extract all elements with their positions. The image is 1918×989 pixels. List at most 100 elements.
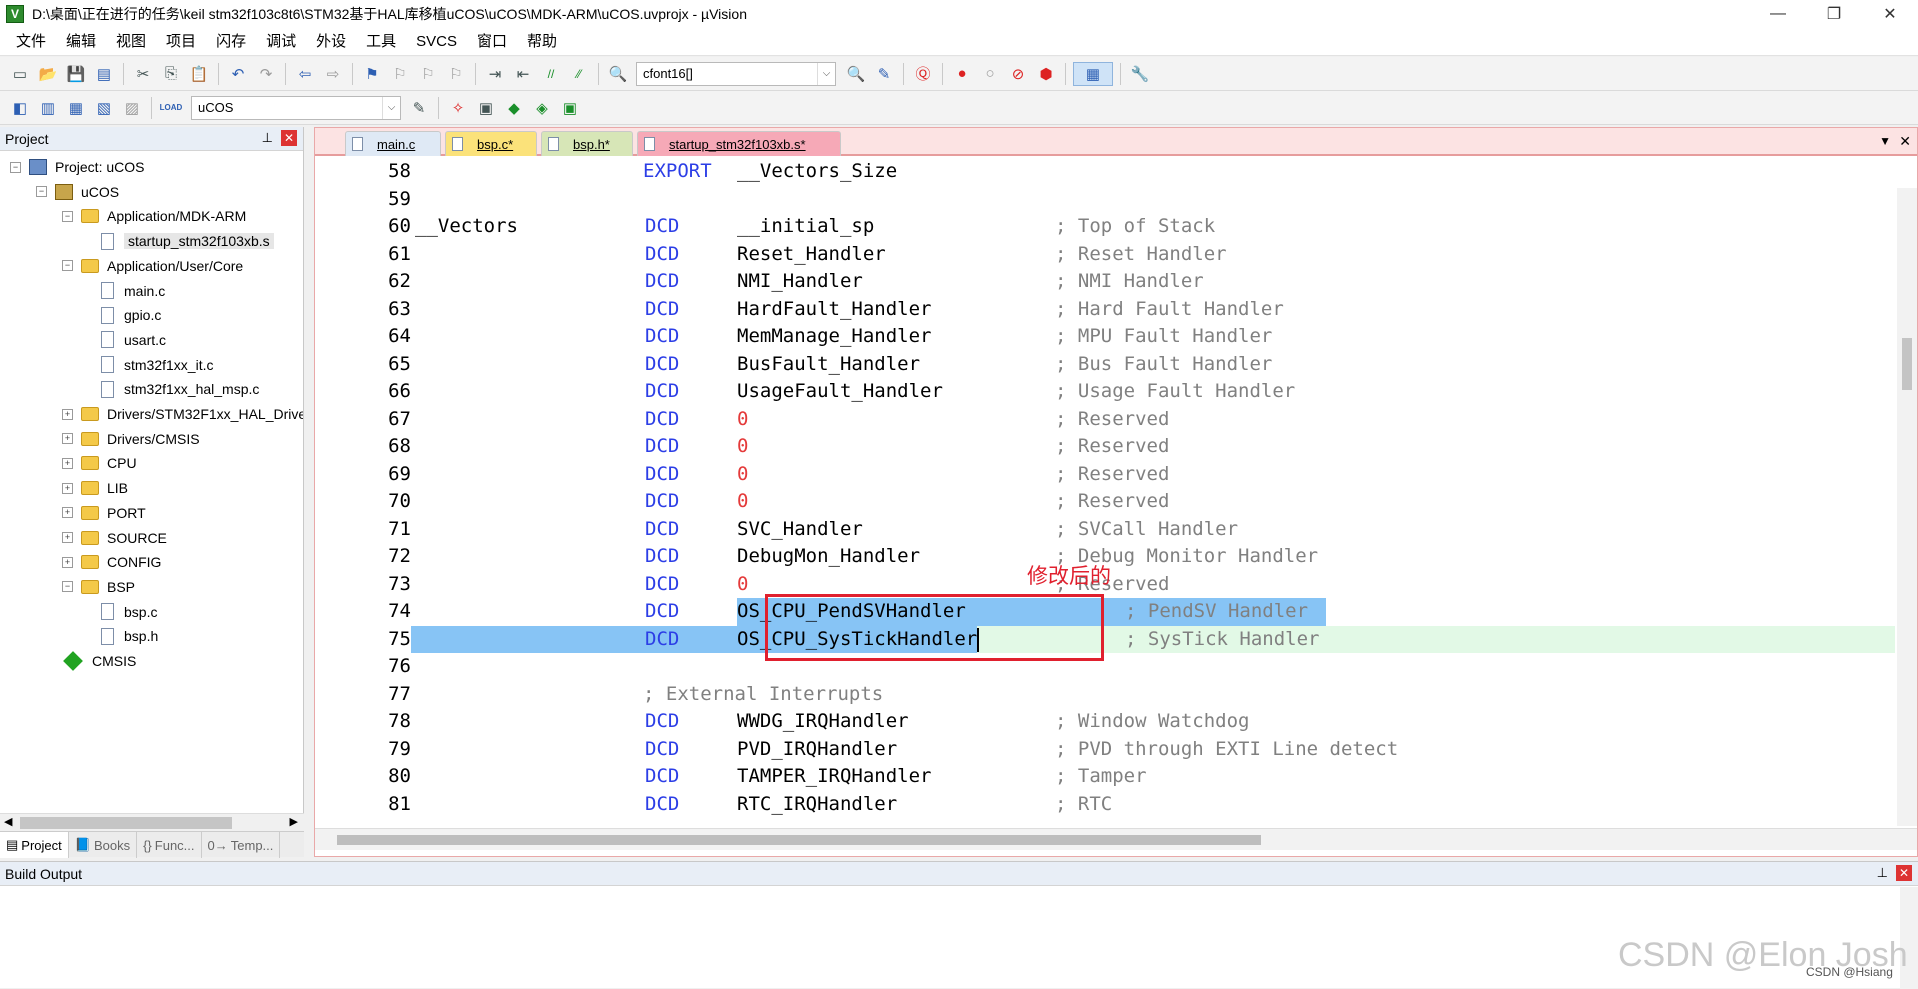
copy-icon[interactable]: ⎘ — [159, 62, 183, 86]
incremental-find-icon[interactable]: ✎ — [872, 62, 896, 86]
collapse-icon[interactable]: − — [62, 260, 73, 272]
cut-icon[interactable]: ✂ — [131, 62, 155, 86]
code-line[interactable]: EXPORT __Vectors_Size — [415, 158, 1895, 186]
batch-build-icon[interactable]: ▧ — [92, 96, 116, 120]
save-all-icon[interactable]: ▤ — [92, 62, 116, 86]
horizontal-scrollbar[interactable]: ◀ ▶ — [0, 813, 304, 831]
code-line[interactable]: DCD PVD_IRQHandler ; PVD through EXTI Line… — [415, 736, 1895, 764]
vertical-scrollbar[interactable] — [1897, 188, 1917, 826]
menu-help[interactable]: 帮助 — [517, 29, 567, 55]
comment-icon[interactable]: // — [539, 62, 563, 86]
code-line[interactable]: DCD MemManage_Handler ; MPU Fault Handler — [415, 323, 1895, 351]
tree-node[interactable]: + Drivers/CMSIS — [62, 427, 200, 451]
code-line[interactable] — [415, 186, 1895, 214]
pin-icon[interactable]: ⊥ — [262, 130, 273, 146]
tree-node[interactable]: − Application/User/Core — [62, 254, 243, 278]
find-icon[interactable]: 🔍 — [844, 62, 868, 86]
bookmark-prev-icon[interactable]: ⚐ — [388, 62, 412, 86]
file-extensions-icon[interactable]: ▣ — [474, 96, 498, 120]
code-line[interactable] — [415, 653, 1895, 681]
bookmark-next-icon[interactable]: ⚐ — [416, 62, 440, 86]
download-load-icon[interactable]: LOAD — [159, 96, 183, 120]
scroll-left-icon[interactable]: ◀ — [4, 815, 12, 828]
tree-node[interactable]: CMSIS — [62, 649, 136, 673]
menu-svcs[interactable]: SVCS — [406, 29, 467, 55]
indent-icon[interactable]: ⇥ — [483, 62, 507, 86]
code-view[interactable]: 58 59 60 61 62 63 64 65 66 67 68 69 70 71 72 73 74 75 76 77… — [315, 158, 1917, 826]
bookmark-clear-icon[interactable]: ⚐ — [444, 62, 468, 86]
start-debug-icon[interactable]: Ⓠ — [911, 62, 935, 86]
code-text-area[interactable]: EXPORT __Vectors_Size __Vectors DCD __initia… — [411, 158, 1895, 826]
uncomment-icon[interactable]: ⁄⁄ — [567, 62, 591, 86]
find-in-files-icon[interactable]: 🔍 — [606, 62, 630, 86]
menu-debug[interactable]: 调试 — [256, 29, 306, 55]
target-options-icon[interactable]: ✎ — [407, 96, 431, 120]
tab-main-c[interactable]: main.c — [345, 131, 441, 156]
tree-node[interactable]: gpio.c — [82, 303, 161, 327]
code-line[interactable]: DCD NMI_Handler ; NMI Handler — [415, 268, 1895, 296]
tree-node[interactable]: − Application/MDK-ARM — [62, 204, 246, 228]
tree-node[interactable]: main.c — [82, 279, 165, 303]
scroll-right-icon[interactable]: ▶ — [290, 815, 298, 828]
scrollbar-thumb[interactable] — [337, 835, 1261, 845]
code-line[interactable]: DCD HardFault_Handler ; Hard Fault Handler — [415, 296, 1895, 324]
stop-build-icon[interactable]: ▨ — [120, 96, 144, 120]
collapse-icon[interactable]: − — [62, 581, 73, 593]
tree-node[interactable]: bsp.c — [82, 600, 157, 624]
code-line[interactable]: DCD 0 ; Reserved — [415, 461, 1895, 489]
tree-node[interactable]: bsp.h — [82, 624, 158, 648]
code-line[interactable]: DCD 0 ; Reserved — [415, 433, 1895, 461]
code-line[interactable]: DCD WWDG_IRQHandler ; Window Watchdog — [415, 708, 1895, 736]
tree-node[interactable]: − Project: uCOS — [10, 155, 144, 179]
tab-templates[interactable]: 0→ Temp... — [202, 832, 281, 858]
collapse-icon[interactable]: − — [62, 210, 73, 222]
undo-icon[interactable]: ↶ — [226, 62, 250, 86]
tree-node[interactable]: + CPU — [62, 451, 137, 475]
insert-breakpoint-icon[interactable]: ● — [950, 62, 974, 86]
expand-icon[interactable]: + — [62, 433, 73, 445]
expand-icon[interactable]: + — [62, 482, 73, 494]
tree-node[interactable]: + Drivers/STM32F1xx_HAL_Drive — [62, 402, 303, 426]
rebuild-icon[interactable]: ▦ — [64, 96, 88, 120]
horizontal-scrollbar[interactable] — [315, 828, 1917, 850]
configure-wrench-icon[interactable]: 🔧 — [1128, 62, 1152, 86]
tab-project[interactable]: ▤ Project — [0, 832, 69, 858]
unindent-icon[interactable]: ⇤ — [511, 62, 535, 86]
code-line[interactable]: DCD 0 ; Reserved — [415, 488, 1895, 516]
code-line[interactable]: DCD RTC_IRQHandler ; RTC — [415, 791, 1895, 819]
code-line[interactable]: DCD 0 ; Reserved — [415, 406, 1895, 434]
minimize-button[interactable]: — — [1750, 0, 1806, 28]
navigate-forward-icon[interactable]: ⇨ — [321, 62, 345, 86]
tree-node[interactable]: stm32f1xx_hal_msp.c — [82, 377, 259, 401]
kill-all-breakpoints-icon[interactable]: ⬢ — [1034, 62, 1058, 86]
tab-bsp-c[interactable]: bsp.c* — [445, 131, 537, 156]
tree-node[interactable]: + PORT — [62, 501, 146, 525]
new-file-icon[interactable]: ▭ — [8, 62, 32, 86]
menu-file[interactable]: 文件 — [6, 29, 56, 55]
tab-bsp-h[interactable]: bsp.h* — [541, 131, 633, 156]
code-line[interactable]: DCD OS_CPU_SysTickHandler; SysTick Handle… — [411, 625, 1895, 653]
tab-functions[interactable]: {} Func... — [137, 832, 202, 858]
tree-node[interactable]: + CONFIG — [62, 550, 161, 574]
menu-view[interactable]: 视图 — [106, 29, 156, 55]
tree-node[interactable]: + SOURCE — [62, 526, 167, 550]
redo-icon[interactable]: ↷ — [254, 62, 278, 86]
find-combo[interactable]: cfont16[] ⌵ — [636, 61, 836, 86]
code-line[interactable]: DCD UsageFault_Handler ; Usage Fault Handl… — [415, 378, 1895, 406]
manage-rte-icon[interactable]: ▣ — [558, 96, 582, 120]
menu-window[interactable]: 窗口 — [467, 29, 517, 55]
code-line[interactable]: DCD DebugMon_Handler; Debug Monitor Handl… — [415, 543, 1895, 571]
tab-startup-s[interactable]: startup_stm32f103xb.s* — [637, 131, 841, 156]
select-packs-icon[interactable]: ◆ — [502, 96, 526, 120]
tree-node[interactable]: + LIB — [62, 476, 128, 500]
close-tab-icon[interactable]: ✕ — [1899, 133, 1911, 150]
expand-icon[interactable]: + — [62, 408, 73, 420]
uvision-app-icon[interactable]: V — [6, 5, 24, 23]
code-line[interactable]: ; External Interrupts — [415, 681, 1895, 709]
tree-node[interactable]: − uCOS — [36, 180, 119, 204]
window-layout-icon[interactable]: ▦ — [1073, 61, 1113, 86]
collapse-icon[interactable]: − — [36, 186, 47, 198]
expand-icon[interactable]: + — [62, 532, 73, 543]
translate-icon[interactable]: ◧ — [8, 96, 32, 120]
tree-node[interactable]: stm32f1xx_it.c — [82, 353, 213, 377]
